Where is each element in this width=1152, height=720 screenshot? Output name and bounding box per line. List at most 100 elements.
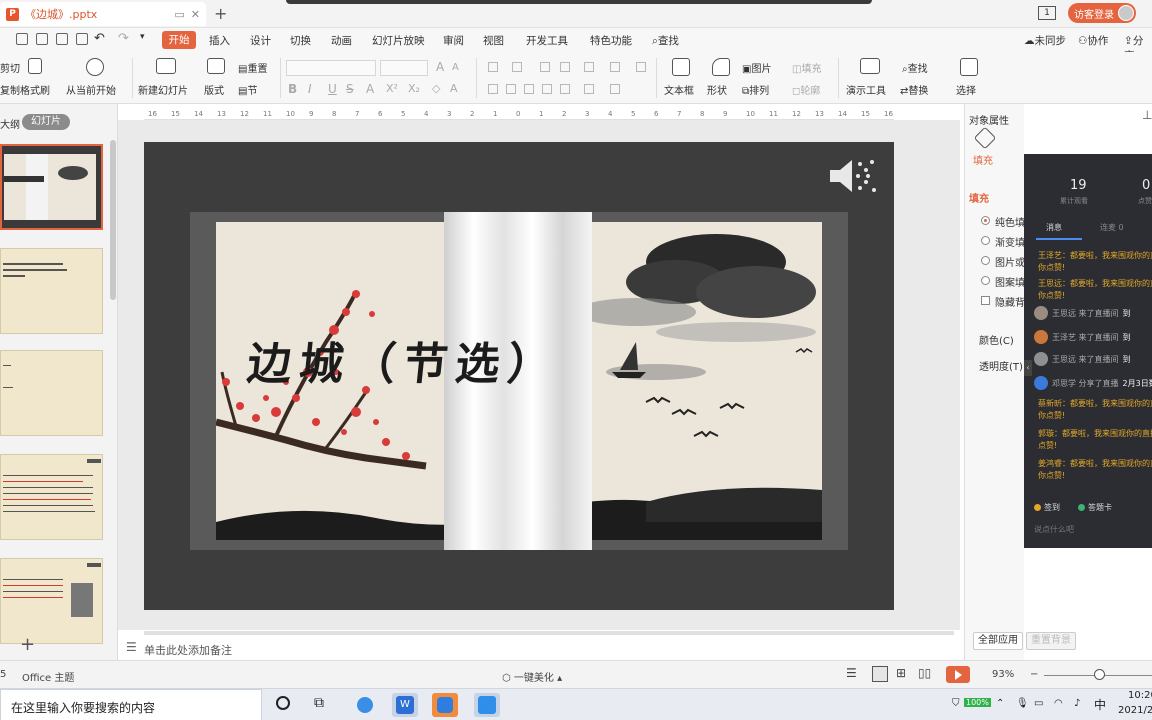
find-button[interactable]: ⌕查找 (902, 60, 928, 75)
task-view-icon[interactable]: ⧉ (314, 695, 324, 711)
radio-picture-fill[interactable] (981, 256, 990, 265)
menu-tab-developer[interactable]: 开发工具 (526, 33, 568, 48)
restore-tab-icon[interactable]: ▭ (174, 8, 184, 21)
align-right-icon[interactable] (524, 84, 534, 94)
radio-pattern-fill[interactable] (981, 276, 990, 285)
save-icon[interactable] (16, 33, 28, 45)
chat-tab-messages[interactable]: 消息 (1046, 222, 1062, 233)
numbered-list-icon[interactable] (512, 62, 522, 72)
radio-gradient-fill[interactable] (981, 236, 990, 245)
clock-date[interactable]: 2021/2 (1118, 705, 1152, 716)
theme-name[interactable]: Office 主题 (22, 669, 74, 684)
cut-button[interactable]: 剪切 (0, 60, 20, 75)
menu-tab-review[interactable]: 审阅 (443, 33, 464, 48)
ie-browser-app[interactable] (352, 693, 378, 717)
undo-icon[interactable]: ↶ (94, 31, 105, 46)
battery-percent[interactable]: 100% (964, 698, 991, 707)
customize-dropdown-icon[interactable]: ▾ (140, 32, 145, 42)
align-text-icon[interactable] (584, 84, 594, 94)
volume-icon[interactable]: ♪ (1074, 698, 1080, 709)
copy-button[interactable]: 复制 (0, 82, 20, 97)
columns-icon[interactable] (636, 62, 646, 72)
align-left-icon[interactable] (488, 84, 498, 94)
decrease-font-icon[interactable]: A (452, 62, 459, 73)
indent-increase-icon[interactable] (560, 62, 570, 72)
slides-panel-scrollbar[interactable] (110, 140, 116, 300)
menu-tab-home[interactable]: 开始 (162, 31, 196, 49)
picture-button[interactable]: ▣图片 (742, 60, 771, 75)
tray-shield-icon[interactable]: ⛉ (952, 698, 960, 709)
collab-button[interactable]: ⚇协作 (1078, 33, 1108, 48)
chat-input[interactable]: 说点什么吧 (1034, 524, 1074, 535)
fill-button[interactable]: ◫填充 (792, 60, 821, 75)
close-tab-icon[interactable]: ✕ (191, 8, 200, 21)
shape-button[interactable]: 形状 (707, 82, 727, 97)
print-preview-icon[interactable] (76, 33, 88, 45)
textbox-button[interactable]: 文本框 (664, 82, 694, 97)
sign-in-button[interactable]: 签到 (1034, 502, 1060, 513)
bullet-list-icon[interactable] (488, 62, 498, 72)
clear-format-icon[interactable]: ◇ (432, 82, 440, 95)
document-tab[interactable]: P 《边城》.pptx ▭ ✕ (0, 2, 206, 26)
redo-icon[interactable]: ↷ (118, 31, 129, 46)
subscript-icon[interactable]: X₂ (408, 82, 420, 95)
reset-button[interactable]: ▤重置 (238, 60, 267, 75)
canvas-horizontal-scrollbar[interactable] (144, 631, 954, 635)
font-color-icon[interactable]: A (450, 82, 458, 95)
bold-icon[interactable]: B (288, 82, 297, 96)
reading-view-icon[interactable]: ▯▯ (918, 666, 931, 680)
new-slide-button[interactable]: 新建幻灯片 (138, 82, 188, 97)
text-direction-icon[interactable] (610, 62, 620, 72)
superscript-icon[interactable]: X² (386, 82, 398, 95)
underline-icon[interactable]: U (328, 82, 337, 96)
ime-indicator[interactable]: 中 (1094, 696, 1106, 713)
wps-writer-app[interactable]: W (392, 693, 418, 717)
slide-sorter-icon[interactable]: ⊞ (896, 666, 906, 680)
font-name-select[interactable] (286, 60, 376, 76)
menu-tab-view[interactable]: 视图 (483, 33, 504, 48)
menu-tab-insert[interactable]: 插入 (209, 33, 230, 48)
tab-slides[interactable]: 幻灯片 (22, 114, 70, 130)
play-from-current-button[interactable]: 从当前开始 (66, 82, 116, 97)
smartart-icon[interactable] (610, 84, 620, 94)
apply-all-button[interactable]: 全部应用 (973, 632, 1023, 650)
italic-icon[interactable]: I (308, 82, 312, 96)
live-stream-app[interactable] (432, 693, 458, 717)
shadow-text-icon[interactable]: A (366, 82, 374, 96)
meeting-app[interactable] (474, 693, 500, 717)
speaker-audio-icon[interactable] (828, 154, 880, 198)
chevron-up-icon[interactable]: ⌃ (996, 698, 1004, 709)
taskbar-search-box[interactable]: 在这里输入你要搜索的内容 (0, 689, 262, 720)
clock-time[interactable]: 10:20 (1128, 690, 1152, 701)
slide-1[interactable]: 边城（节选） (144, 142, 894, 610)
menu-search[interactable]: ⌕查找 (652, 33, 679, 48)
line-spacing-icon[interactable] (584, 62, 594, 72)
menu-tab-slideshow[interactable]: 幻灯片放映 (372, 33, 425, 48)
reset-bg-button[interactable]: 重置背景 (1026, 632, 1076, 650)
presentation-tools-button[interactable]: 演示工具 (846, 82, 886, 97)
format-painter-button[interactable]: 格式刷 (20, 82, 50, 97)
hide-bg-checkbox[interactable] (981, 296, 990, 305)
pin-icon[interactable]: ⊥ (1142, 108, 1152, 122)
slide-thumbnail-3[interactable] (0, 350, 103, 436)
menu-tab-design[interactable]: 设计 (250, 33, 271, 48)
cortana-circle-icon[interactable] (276, 696, 290, 710)
increase-font-icon[interactable]: A (436, 60, 444, 74)
strikethrough-icon[interactable]: S (346, 82, 354, 96)
print-icon[interactable] (56, 33, 68, 45)
export-pdf-icon[interactable] (36, 33, 48, 45)
radio-solid-fill[interactable] (981, 216, 990, 225)
sync-status[interactable]: ☁未同步 (1024, 33, 1066, 48)
wifi-icon[interactable]: ◠ (1054, 698, 1063, 709)
zoom-level[interactable]: 93% (992, 669, 1014, 680)
justify-icon[interactable] (542, 84, 552, 94)
menu-tab-transition[interactable]: 切换 (290, 33, 311, 48)
select-button[interactable]: 选择 (956, 82, 976, 97)
chat-tab-online[interactable]: 连麦 0 (1100, 222, 1124, 233)
visitor-login-button[interactable]: 访客登录 (1068, 3, 1136, 23)
slide-thumbnail-2[interactable] (0, 248, 103, 334)
tab-outline[interactable]: 大纲 (0, 116, 20, 131)
add-slide-plus-icon[interactable]: + (20, 634, 35, 655)
notes-toggle-icon[interactable]: ☰ (846, 666, 857, 680)
tab-fill[interactable]: 填充 (973, 152, 993, 167)
